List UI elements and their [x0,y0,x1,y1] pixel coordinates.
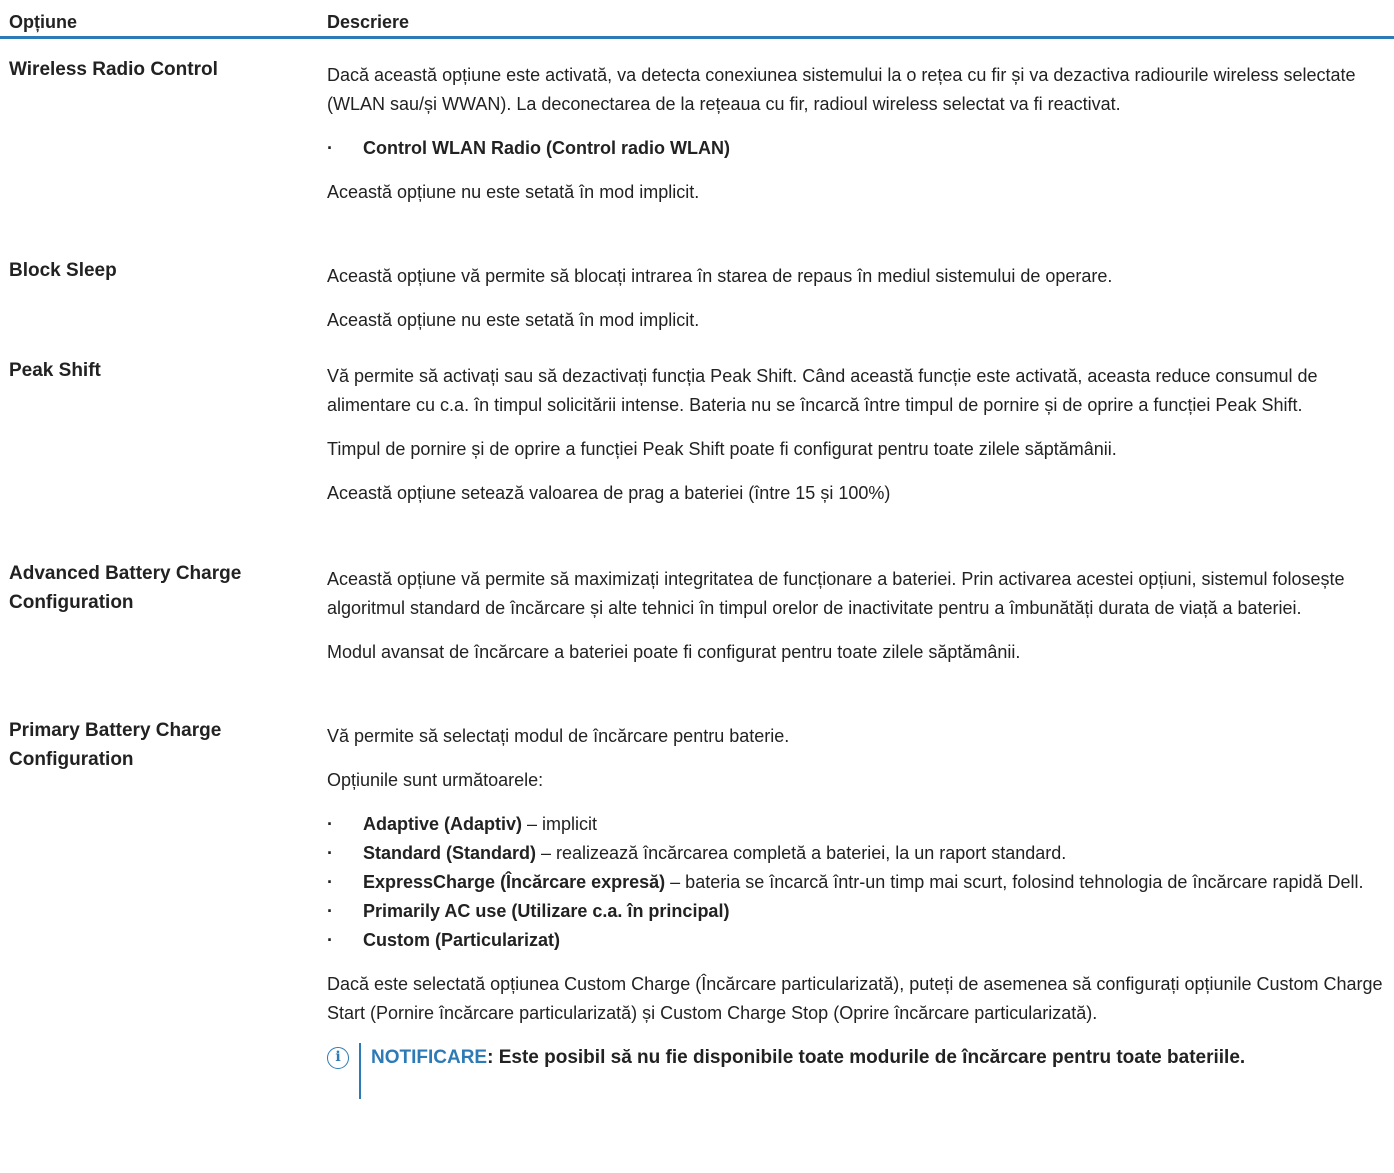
description-paragraph: Dacă este selectată opțiunea Custom Char… [327,974,1383,1023]
option-name: Block Sleep [9,260,117,281]
note-body: : Este posibil să nu fie disponibile toa… [487,1047,1246,1068]
description-paragraph: Această opțiune vă permite să maximizați… [327,569,1345,618]
list-item-bold: Adaptive (Adaptiv) [363,814,523,834]
list-item: Control WLAN Radio (Control radio WLAN) [327,134,1387,163]
description-paragraph: Această opțiune vă permite să blocați in… [327,266,1113,286]
option-name: Advanced Battery Charge Configuration [9,563,242,613]
list-item-text: – realizează încărcarea completă a bater… [536,843,1067,863]
list-item: Primarily AC use (Utilizare c.a. în prin… [327,897,1387,926]
list-item-bold: Standard (Standard) [363,843,537,863]
option-description: Această opțiune vă permite să blocați in… [327,262,1387,350]
note-label: NOTIFICARE [371,1047,488,1068]
description-paragraph: Această opțiune setează valoarea de prag… [327,483,891,503]
description-paragraph: Timpul de pornire și de oprire a funcție… [327,439,1117,459]
list-item-bold: Custom (Particularizat) [363,930,561,950]
description-paragraph: Această opțiune nu este setată în mod im… [327,182,700,202]
description-paragraph: Modul avansat de încărcare a bateriei po… [327,642,1021,662]
list-item-text: – implicit [522,814,598,834]
option-name: Wireless Radio Control [9,59,218,80]
option-description: Vă permite să activați sau să dezactivaț… [327,362,1387,523]
option-description: Dacă această opțiune este activată, va d… [327,61,1387,222]
option-description: Vă permite să selectați modul de încărca… [327,722,1387,1099]
list-item-bold: ExpressCharge (Încărcare expresă) [363,872,666,892]
charge-mode-list: Adaptive (Adaptiv) – implicit Standard (… [327,810,1387,955]
option-name: Peak Shift [9,360,101,381]
description-paragraph: Dacă această opțiune este activată, va d… [327,65,1356,114]
list-item-bold: Primarily AC use (Utilizare c.a. în prin… [363,901,730,921]
description-paragraph: Această opțiune nu este setată în mod im… [327,310,700,330]
option-name: Primary Battery Charge Configuration [9,720,222,770]
note-text: NOTIFICARE: Este posibil să nu fie dispo… [371,1043,1387,1072]
table-header: Opțiune Descriere [0,0,1394,39]
option-description: Această opțiune vă permite să maximizați… [327,565,1387,682]
list-item-text: – bateria se încarcă într-un timp mai sc… [665,872,1364,892]
column-header-description: Descriere [327,12,410,32]
note-box: i NOTIFICARE: Este posibil să nu fie dis… [327,1043,1387,1099]
list-item: Standard (Standard) – realizează încărca… [327,839,1387,868]
list-item: Custom (Particularizat) [327,926,1387,955]
note-divider [359,1043,361,1099]
description-paragraph: Vă permite să activați sau să dezactivaț… [327,366,1318,415]
list-item: ExpressCharge (Încărcare expresă) – bate… [327,868,1387,897]
description-paragraph: Opțiunile sunt următoarele: [327,770,544,790]
description-paragraph: Vă permite să selectați modul de încărca… [327,726,790,746]
list-item: Adaptive (Adaptiv) – implicit [327,810,1387,839]
list-item-bold: Control WLAN Radio (Control radio WLAN) [363,138,730,158]
column-header-option: Opțiune [9,12,77,32]
info-icon: i [327,1047,349,1069]
